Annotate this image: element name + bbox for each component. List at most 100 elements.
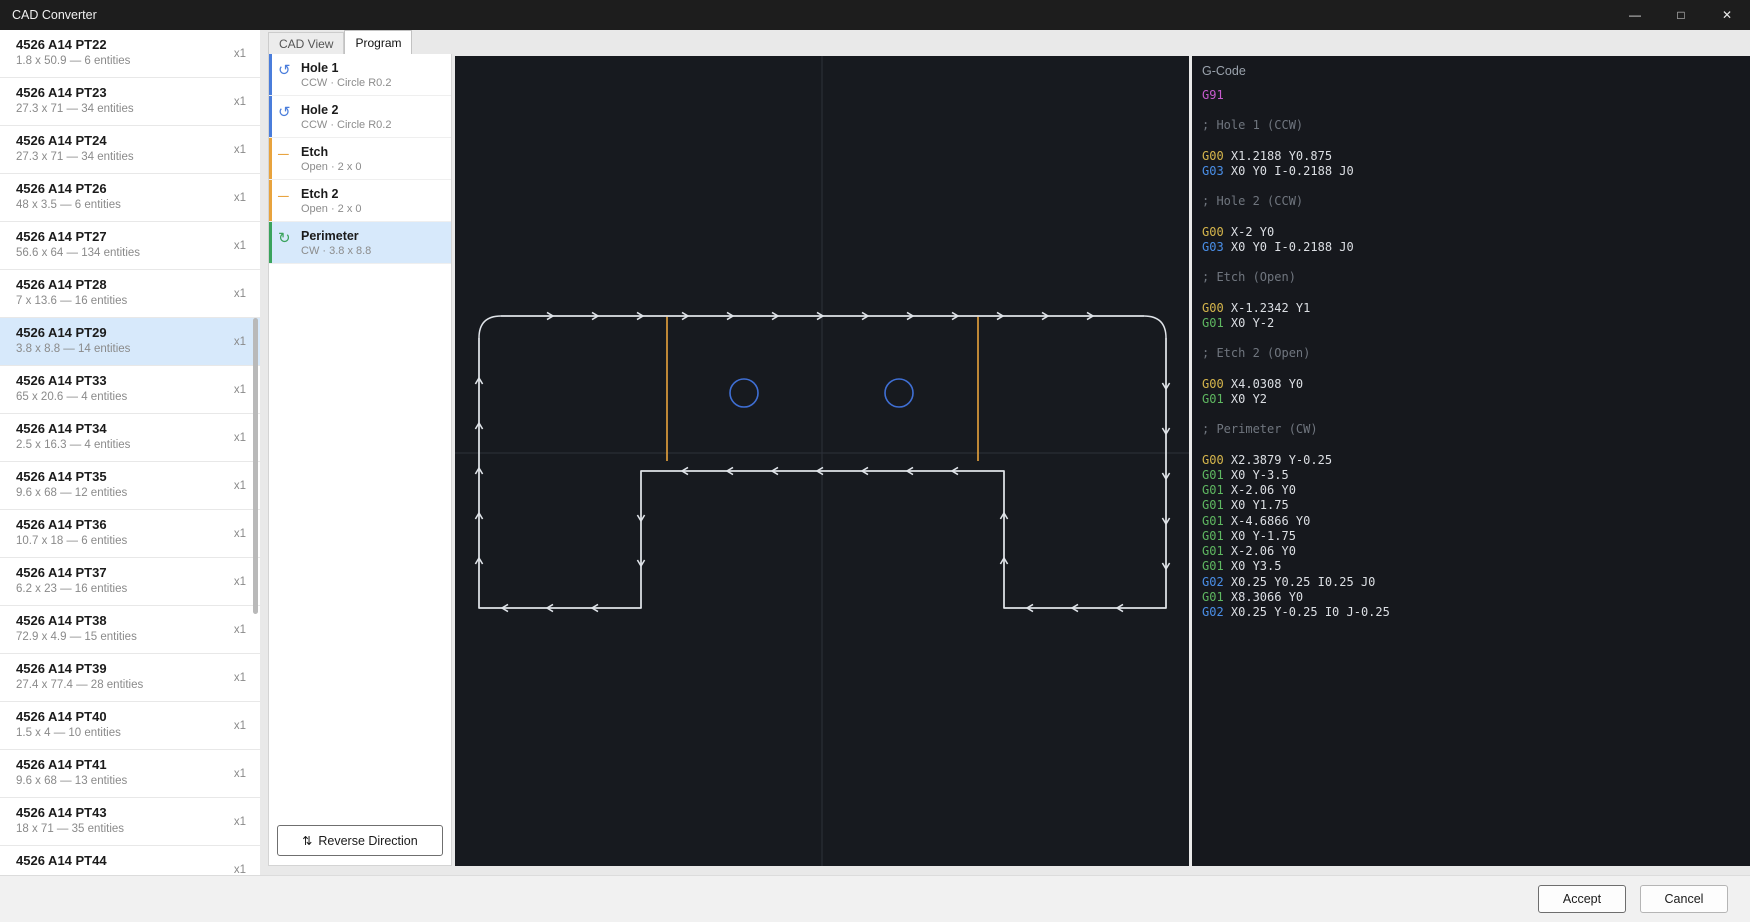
operation-details: Open · 2 x 0 [301, 203, 447, 215]
operation-list: ↺Hole 1CCW · Circle R0.2 ↺ Hole 2 CCW · Cir… [269, 54, 451, 264]
part-details: 7 x 13.6 — 16 entities [16, 295, 226, 307]
accept-button[interactable]: Accept [1538, 885, 1626, 913]
gcode-line: G03 X0 Y0 I-0.2188 J0 [1202, 164, 1750, 179]
part-name: 4526 A14 PT35 [16, 469, 226, 484]
part-list-item[interactable]: 4526 A14 PT359.6 x 68 — 12 entitiesx1 [0, 462, 260, 510]
part-list-item[interactable]: 4526 A14 PT40 1.5 x 4 — 10 entities x1 [0, 702, 260, 750]
gcode-line [1202, 407, 1750, 422]
operation-item[interactable]: ↻PerimeterCW · 3.8 x 8.8 [269, 222, 451, 264]
gcode-line: G02 X0.25 Y-0.25 I0 J-0.25 [1202, 605, 1750, 620]
gcode-line: ; Hole 2 (CCW) [1202, 194, 1750, 209]
part-name: 4526 A14 PT34 [16, 421, 226, 436]
part-qty: x1 [234, 480, 246, 492]
gcode-line: G00 X1.2188 Y0.875 [1202, 149, 1750, 164]
gcode-header: G-Code [1192, 56, 1750, 84]
part-list-item[interactable]: 4526 A14 PT287 x 13.6 — 16 entitiesx1 [0, 270, 260, 318]
tab-cad-view[interactable]: CAD View [268, 32, 344, 54]
operation-item[interactable]: ─ Etch 2 Open · 2 x 0 [269, 180, 451, 222]
part-list-item[interactable]: 4526 A14 PT3872.9 x 4.9 — 15 entitiesx1 [0, 606, 260, 654]
reverse-direction-button[interactable]: ⇅ Reverse Direction [277, 825, 443, 856]
part-list-item[interactable]: 4526 A14 PT3927.4 x 77.4 — 28 entitiesx1 [0, 654, 260, 702]
part-details: 18 x 71 — 35 entities [16, 823, 226, 835]
operation-name: Etch 2 [301, 187, 447, 201]
part-qty: x1 [234, 96, 246, 108]
gcode-line: G01 X0 Y3.5 [1202, 559, 1750, 574]
gcode-line: G02 X0.25 Y0.25 I0.25 J0 [1202, 575, 1750, 590]
gcode-line: ; Hole 1 (CCW) [1202, 118, 1750, 133]
line-icon: ─ [278, 189, 289, 204]
part-name: 4526 A14 PT41 [16, 757, 226, 772]
part-name: 4526 A14 PT44 [16, 853, 226, 868]
gcode-line [1202, 103, 1750, 118]
window-controls: — □ ✕ [1612, 0, 1750, 30]
maximize-icon[interactable]: □ [1658, 0, 1704, 30]
part-details: 56.6 x 64 — 134 entities [16, 247, 226, 259]
cancel-button[interactable]: Cancel [1640, 885, 1728, 913]
tab-program[interactable]: Program [344, 30, 412, 54]
part-list-item[interactable]: 4526 A14 PT2427.3 x 71 — 34 entitiesx1 [0, 126, 260, 174]
part-list-item[interactable]: 4526 A14 PT2648 x 3.5 — 6 entitiesx1 [0, 174, 260, 222]
sidebar-scrollbar[interactable] [253, 318, 258, 614]
view-tabs: CAD View Program [268, 30, 452, 54]
part-drawing [455, 56, 1189, 866]
part-qty: x1 [234, 384, 246, 396]
gcode-line: G00 X-1.2342 Y1 [1202, 301, 1750, 316]
part-qty: x1 [234, 240, 246, 252]
part-list-item[interactable]: 4526 A14 PT221.8 x 50.9 — 6 entitiesx1 [0, 30, 260, 78]
part-list-item[interactable]: 4526 A14 PT3610.7 x 18 — 6 entitiesx1 [0, 510, 260, 558]
gcode-line [1202, 255, 1750, 270]
operation-item[interactable]: ↺Hole 1CCW · Circle R0.2 [269, 54, 451, 96]
gcode-line: G01 X0 Y-1.75 [1202, 529, 1750, 544]
part-qty: x1 [234, 816, 246, 828]
footer-bar: Accept Cancel [0, 875, 1750, 922]
part-details: 1.5 x 4 — 10 entities [16, 727, 226, 739]
gcode-lines: G91 ; Hole 1 (CCW) G00 X1.2188 Y0.875G03… [1192, 84, 1750, 620]
cw-arrow-icon: ↻ [278, 231, 291, 246]
part-name: 4526 A14 PT23 [16, 85, 226, 100]
gcode-line [1202, 331, 1750, 346]
part-name: 4526 A14 PT26 [16, 181, 226, 196]
part-list-item[interactable]: 4526 A14 PT376.2 x 23 — 16 entitiesx1 [0, 558, 260, 606]
part-list-item[interactable]: 4526 A14 PT419.6 x 68 — 13 entitiesx1 [0, 750, 260, 798]
gcode-line: ; Perimeter (CW) [1202, 422, 1750, 437]
part-qty: x1 [234, 672, 246, 684]
part-list-item[interactable]: 4526 A14 PT293.8 x 8.8 — 14 entitiesx1 [0, 318, 260, 366]
part-list-item[interactable]: 4526 A14 PT3365 x 20.6 — 4 entitiesx1 [0, 366, 260, 414]
part-qty: x1 [234, 432, 246, 444]
operation-name: Hole 2 [301, 103, 447, 117]
part-details: 9.6 x 68 — 13 entities [16, 775, 226, 787]
axis-lines [455, 56, 1189, 866]
part-details: 1.8 x 50.9 — 6 entities [16, 55, 226, 67]
operation-name: Etch [301, 145, 447, 159]
part-name: 4526 A14 PT33 [16, 373, 226, 388]
ccw-arrow-icon: ↺ [278, 105, 291, 120]
part-qty: x1 [234, 576, 246, 588]
part-list-item[interactable]: 4526 A14 PT4318 x 71 — 35 entitiesx1 [0, 798, 260, 846]
part-name: 4526 A14 PT27 [16, 229, 226, 244]
part-list-item[interactable]: 4526 A14 PT342.5 x 16.3 — 4 entitiesx1 [0, 414, 260, 462]
part-list-item[interactable]: 4526 A14 PT27 56.6 x 64 — 134 entities x1 [0, 222, 260, 270]
part-qty: x1 [234, 288, 246, 300]
part-list-item[interactable]: 4526 A14 PT44x1 [0, 846, 260, 875]
operation-details: CW · 3.8 x 8.8 [301, 245, 447, 257]
operation-color-bar [269, 222, 272, 263]
part-details: 27.3 x 71 — 34 entities [16, 103, 226, 115]
close-icon[interactable]: ✕ [1704, 0, 1750, 30]
part-list: 4526 A14 PT221.8 x 50.9 — 6 entitiesx145… [0, 30, 260, 875]
part-name: 4526 A14 PT40 [16, 709, 226, 724]
part-qty: x1 [234, 192, 246, 204]
part-name: 4526 A14 PT22 [16, 37, 226, 52]
part-details: 6.2 x 23 — 16 entities [16, 583, 226, 595]
gcode-line: G00 X4.0308 Y0 [1202, 377, 1750, 392]
minimize-icon[interactable]: — [1612, 0, 1658, 30]
gcode-panel: G-Code G91 ; Hole 1 (CCW) G00 X1.2188 Y0… [1192, 56, 1750, 866]
operation-details: CCW · Circle R0.2 [301, 119, 447, 131]
gcode-line: G01 X-2.06 Y0 [1202, 483, 1750, 498]
part-qty: x1 [234, 720, 246, 732]
cad-canvas[interactable] [455, 56, 1189, 866]
part-list-item[interactable]: 4526 A14 PT23 27.3 x 71 — 34 entities x1 [0, 78, 260, 126]
gcode-line [1202, 134, 1750, 149]
operation-item[interactable]: ↺ Hole 2 CCW · Circle R0.2 [269, 96, 451, 138]
operation-item[interactable]: ─EtchOpen · 2 x 0 [269, 138, 451, 180]
window-title: CAD Converter [0, 8, 1612, 22]
